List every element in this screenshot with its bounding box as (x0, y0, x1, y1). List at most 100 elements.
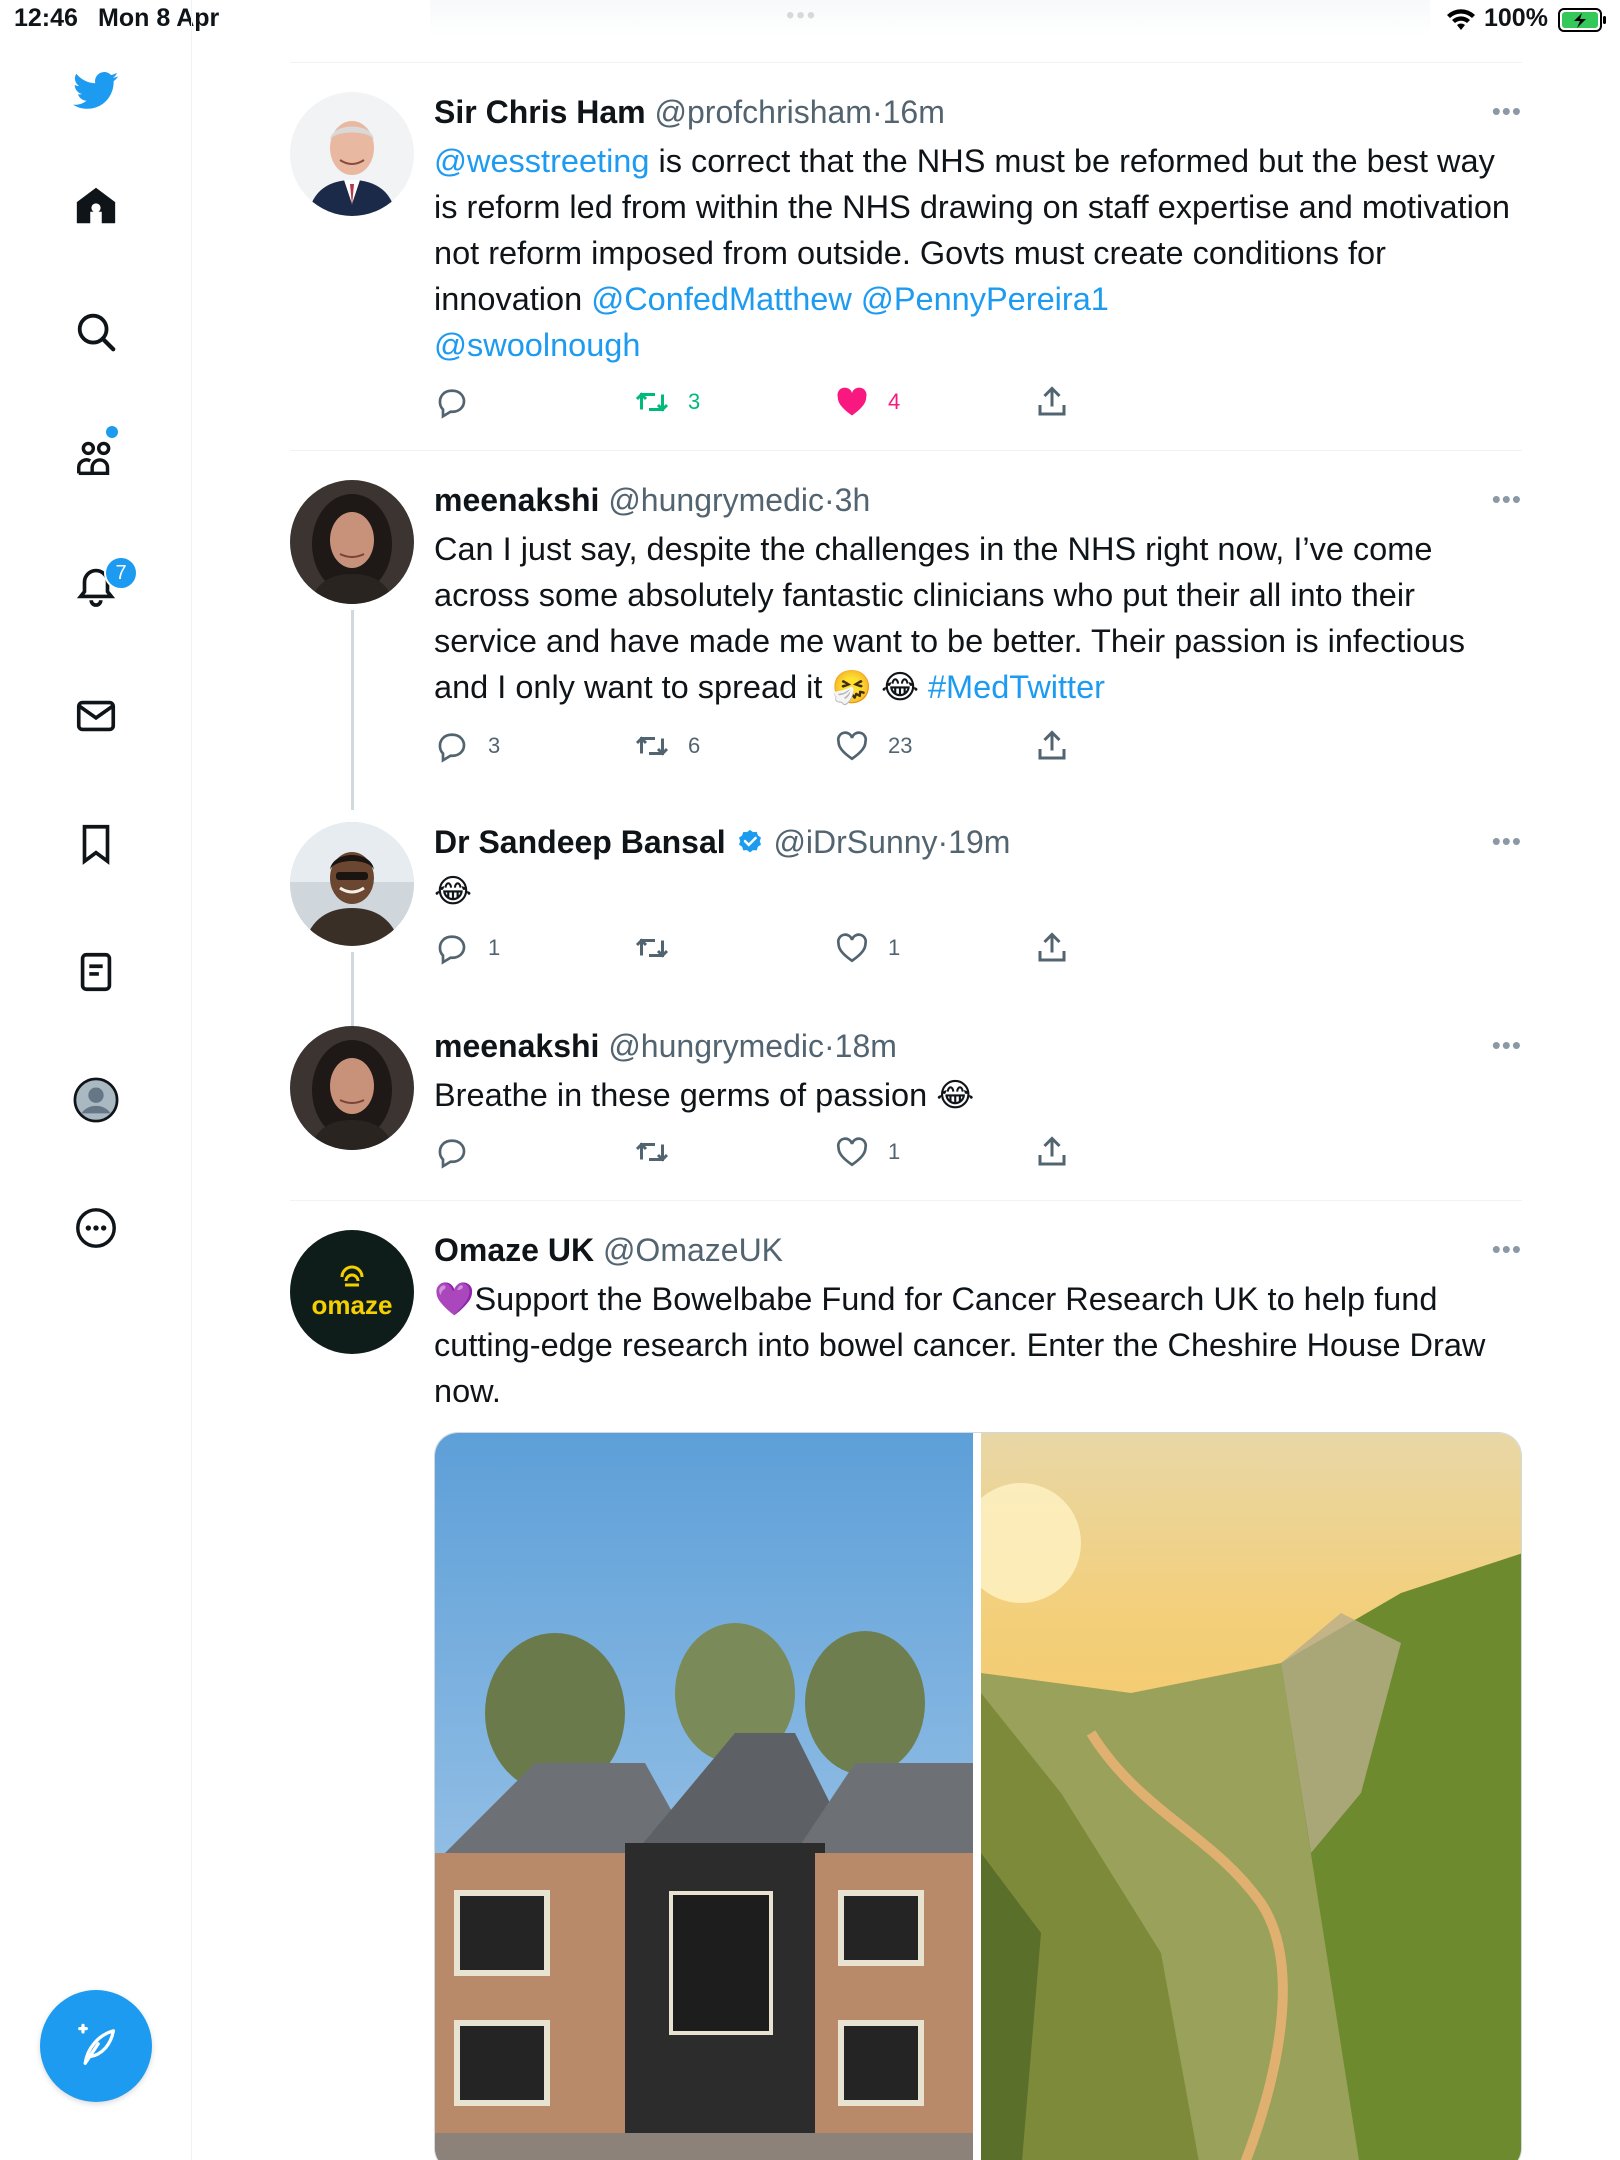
reply-button[interactable]: 3 (434, 726, 500, 766)
tweet-text: Breathe in these germs of passion 😂 (434, 1072, 1522, 1118)
landscape-image[interactable] (981, 1433, 1522, 2160)
notification-count-badge: 7 (104, 556, 138, 590)
author-handle[interactable]: @hungrymedic (608, 482, 824, 518)
avatar[interactable] (290, 822, 414, 946)
twitter-logo-icon[interactable] (68, 62, 124, 118)
retweet-icon (635, 736, 669, 756)
tweet-body: meenakshi @hungrymedic·18m ••• Breathe i… (434, 1026, 1522, 1118)
retweet-button[interactable] (634, 928, 688, 968)
compose-tweet-button[interactable] (40, 1990, 152, 2102)
author-handle[interactable]: @hungrymedic (608, 1028, 824, 1064)
reply-icon (438, 1139, 466, 1169)
reply-icon (438, 935, 466, 965)
more-options-icon[interactable]: ••• (1492, 1030, 1522, 1061)
avatar[interactable] (290, 480, 414, 604)
reply-icon (438, 389, 466, 419)
tweet-body: meenakshi @hungrymedic·3h ••• Can I just… (434, 480, 1522, 710)
reply-button[interactable] (434, 1132, 488, 1172)
tweet-text-part: Breathe in these germs of passion 😂 (434, 1077, 975, 1113)
author-name[interactable]: Omaze UK (434, 1232, 594, 1268)
heart-icon (836, 1137, 868, 1167)
author-name[interactable]: Dr Sandeep Bansal (434, 824, 726, 860)
author-handle[interactable]: @OmazeUK (603, 1232, 783, 1268)
share-icon (1038, 932, 1066, 962)
share-button[interactable] (1034, 928, 1088, 968)
tweet-body: Sir Chris Ham @profchrisham·16m ••• @wes… (434, 92, 1522, 368)
tweet-text: @wesstreeting is correct that the NHS mu… (434, 138, 1522, 368)
divider (290, 1200, 1522, 1201)
like-button[interactable]: 1 (834, 1132, 900, 1172)
compose-feather-icon (78, 2023, 115, 2065)
share-button[interactable] (1034, 382, 1088, 422)
share-icon (1038, 386, 1066, 416)
tweet-actions: 1 1 (434, 928, 1134, 968)
tweet-time[interactable]: 18m (835, 1028, 897, 1064)
more-options-icon[interactable]: ••• (1492, 96, 1522, 127)
reply-count: 3 (488, 733, 501, 758)
share-button[interactable] (1034, 1132, 1088, 1172)
like-count: 1 (888, 935, 901, 960)
lists-icon[interactable] (68, 944, 124, 1000)
like-count: 23 (888, 733, 913, 758)
more-options-icon[interactable]: ••• (1492, 1234, 1522, 1265)
top-fade (430, 0, 1430, 36)
retweet-icon (635, 1142, 669, 1162)
retweet-button[interactable]: 6 (634, 726, 700, 766)
tweet-time[interactable]: 16m (883, 94, 945, 130)
communities-icon[interactable] (68, 430, 124, 486)
home-icon[interactable] (68, 178, 124, 234)
avatar[interactable]: omaze (290, 1230, 414, 1354)
tweet-actions: 3 6 23 (434, 726, 1134, 766)
mention-link[interactable]: @wesstreeting (434, 143, 649, 179)
tweet-time[interactable]: 19m (948, 824, 1010, 860)
like-button[interactable]: 4 (834, 382, 900, 422)
author-handle[interactable]: @profchrisham (655, 94, 872, 130)
house-image[interactable] (435, 1433, 973, 2160)
avatar[interactable] (290, 92, 414, 216)
reply-button[interactable] (434, 382, 488, 422)
author-handle[interactable]: @iDrSunny (773, 824, 937, 860)
mention-link[interactable]: @swoolnough (434, 327, 640, 363)
like-button[interactable]: 1 (834, 928, 900, 968)
author-name[interactable]: meenakshi (434, 482, 599, 518)
like-count: 1 (888, 1139, 901, 1164)
heart-filled-icon (837, 387, 867, 416)
author-name[interactable]: Sir Chris Ham (434, 94, 646, 130)
tweet-body: Omaze UK @OmazeUK ••• 💜Support the Bowel… (434, 1230, 1522, 1414)
tweet-header: Omaze UK @OmazeUK (434, 1230, 1522, 1270)
thread-line (351, 610, 354, 810)
separator-dot: · (871, 94, 883, 130)
retweet-button[interactable]: 3 (634, 382, 700, 422)
avatar-brand-text: omaze (311, 1290, 393, 1320)
sidebar: 7 (0, 0, 192, 2160)
mention-link[interactable]: @PennyPereira1 (861, 281, 1109, 317)
tweet-header: meenakshi @hungrymedic·18m (434, 1026, 1522, 1066)
separator-dot: · (824, 1028, 835, 1064)
hashtag-link[interactable]: #MedTwitter (928, 669, 1105, 705)
author-name[interactable]: meenakshi (434, 1028, 599, 1064)
avatar[interactable] (290, 1026, 414, 1150)
messages-icon[interactable] (68, 688, 124, 744)
divider (290, 450, 1522, 451)
reply-button[interactable]: 1 (434, 928, 500, 968)
tweet-time[interactable]: 3h (835, 482, 871, 518)
profile-icon[interactable] (68, 1072, 124, 1128)
more-options-icon[interactable]: ••• (1492, 826, 1522, 857)
retweet-button[interactable] (634, 1132, 688, 1172)
omaze-logo-icon (340, 1265, 364, 1287)
retweet-icon (635, 938, 669, 958)
more-options-icon[interactable]: ••• (1492, 484, 1522, 515)
share-icon (1038, 730, 1066, 760)
like-button[interactable]: 23 (834, 726, 912, 766)
share-button[interactable] (1034, 726, 1088, 766)
timeline: Sir Chris Ham @profchrisham·16m ••• @wes… (290, 0, 1522, 2160)
separator-dot: · (937, 824, 949, 860)
retweet-count: 3 (688, 389, 701, 414)
tweet-media[interactable] (434, 1432, 1522, 2160)
tweet-text-part: 💜Support the Bowelbabe Fund for Cancer R… (434, 1281, 1486, 1409)
bookmarks-icon[interactable] (68, 816, 124, 872)
tweet-text: 💜Support the Bowelbabe Fund for Cancer R… (434, 1276, 1522, 1414)
search-icon[interactable] (68, 304, 124, 360)
more-options-icon[interactable] (68, 1200, 124, 1256)
mention-link[interactable]: @ConfedMatthew (591, 281, 852, 317)
